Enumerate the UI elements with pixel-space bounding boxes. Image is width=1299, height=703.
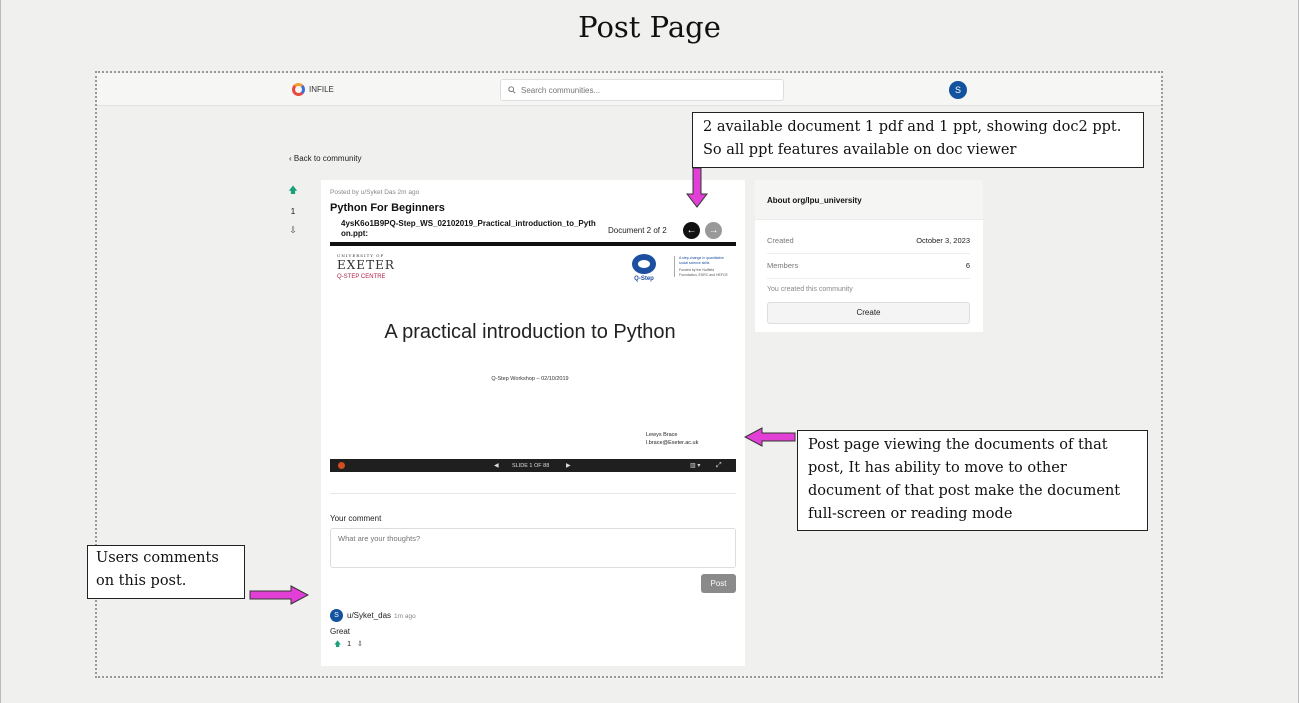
- logo[interactable]: INFILE: [292, 83, 334, 96]
- slide-indicator: SLIDE 1 OF 88: [512, 463, 550, 469]
- navbar: INFILE S: [97, 73, 1161, 106]
- qstep-logo: Q-Step: [629, 254, 659, 282]
- arrow-left-icon: ←: [686, 225, 697, 236]
- comment-votes: 🡅 1 ⇩: [334, 640, 363, 651]
- about-created-row: Created October 3, 2023: [767, 236, 970, 254]
- qstep-label: Q-Step: [634, 276, 654, 282]
- annotation-line: document of that post make the document: [808, 483, 1121, 499]
- exeter-logo: UNIVERSITY OF EXETER Q-STEP CENTRE: [337, 253, 395, 280]
- back-link-label: Back to community: [293, 154, 362, 163]
- next-slide-button[interactable]: ▶: [566, 462, 571, 469]
- search-icon: [508, 86, 516, 94]
- about-community-card: About org/lpu_university Created October…: [755, 180, 983, 332]
- document-filename: 4ysK6o1B9PQ-Step_WS_02102019_Practical_i…: [341, 219, 596, 238]
- post-comment-button[interactable]: Post: [701, 574, 736, 593]
- created-value: October 3, 2023: [916, 236, 970, 245]
- post-title: Python For Beginners: [330, 202, 445, 214]
- comment-label: Your comment: [330, 514, 382, 523]
- author-name: Lewys Brace: [646, 432, 678, 438]
- slide-author: Lewys Brace l.brace@Exeter.ac.uk: [646, 431, 698, 447]
- office-icon: [338, 462, 345, 469]
- annotation-viewer: Post page viewing the documents of that …: [797, 430, 1148, 531]
- comment-username[interactable]: u/Syket_das: [347, 611, 391, 620]
- annotation-line: Post page viewing the documents of that: [808, 437, 1108, 453]
- comment-vote-count: 1: [347, 641, 352, 648]
- posted-by: Posted by u/Syket Das 2m ago: [330, 189, 420, 196]
- document-counter: Document 2 of 2: [608, 226, 667, 235]
- document-viewer[interactable]: UNIVERSITY OF EXETER Q-STEP CENTRE Q-Ste…: [330, 242, 736, 472]
- reading-mode-icon[interactable]: ▥ ▾: [690, 462, 700, 469]
- next-document-button[interactable]: →: [705, 222, 722, 239]
- search-input[interactable]: [521, 85, 761, 95]
- about-members-row: Members 6: [767, 261, 970, 279]
- annotation-line: Users comments: [96, 550, 219, 566]
- uni-centre: Q-STEP CENTRE: [337, 274, 386, 280]
- annotation-documents: 2 available document 1 pdf and 1 ppt, sh…: [692, 112, 1144, 168]
- annotation-line: 2 available document 1 pdf and 1 ppt, sh…: [703, 119, 1122, 135]
- fullscreen-icon[interactable]: ⤢: [716, 462, 722, 470]
- viewer-toolbar: ◀ SLIDE 1 OF 88 ▶ ▥ ▾ ⤢: [330, 459, 736, 472]
- funded-text: Funded by the Nuffield Foundation, ESRC …: [679, 268, 728, 277]
- members-value: 6: [965, 261, 970, 270]
- arrow-left-pointer-icon: [744, 427, 796, 447]
- arrow-down-icon: [686, 168, 708, 208]
- annotation-comments: Users comments on this post.: [87, 545, 245, 599]
- slide-heading: A practical introduction to Python: [384, 321, 676, 343]
- slide-tagline: A step-change in quantitative social sci…: [674, 256, 729, 277]
- logo-text: INFILE: [309, 85, 334, 94]
- about-title: About org/lpu_university: [755, 180, 983, 220]
- annotation-line: on this post.: [96, 573, 187, 589]
- divider: [330, 493, 736, 494]
- comment-text: Great: [330, 627, 351, 636]
- user-avatar[interactable]: S: [949, 81, 967, 99]
- previous-document-button[interactable]: ←: [683, 222, 700, 239]
- tagline-text: A step-change in quantitative social sci…: [679, 256, 724, 265]
- annotation-line: So all ppt features available on doc vie…: [703, 142, 1017, 158]
- comment-time: 1m ago: [394, 613, 416, 620]
- slide-subheading: Q-Step Workshop – 02/10/2019: [491, 376, 569, 382]
- uni-name: EXETER: [337, 258, 395, 272]
- back-to-community-link[interactable]: ‹ Back to community: [289, 154, 361, 163]
- post-vote-count: 1: [290, 207, 296, 216]
- post-vote-column: 🡅 1 ⇩: [287, 183, 299, 236]
- annotation-line: full-screen or reading mode: [808, 506, 1013, 522]
- arrow-right-icon: →: [708, 225, 719, 236]
- author-email: l.brace@Exeter.ac.uk: [646, 440, 699, 446]
- downvote-icon[interactable]: ⇩: [287, 225, 299, 236]
- page-title: Post Page: [578, 10, 721, 44]
- search-bar[interactable]: [500, 79, 784, 101]
- qstep-icon: [632, 254, 656, 274]
- upvote-icon[interactable]: 🡅: [287, 183, 299, 199]
- members-label: Members: [767, 261, 799, 270]
- created-label: Created: [767, 236, 794, 245]
- prev-slide-button[interactable]: ◀: [494, 462, 499, 469]
- comment-input[interactable]: [330, 528, 736, 568]
- arrow-right-pointer-icon: [249, 585, 309, 605]
- comment-upvote-icon[interactable]: 🡅: [334, 641, 341, 648]
- logo-icon: [292, 83, 305, 96]
- annotation-line: post, It has ability to move to other: [808, 460, 1067, 476]
- create-button[interactable]: Create: [767, 302, 970, 324]
- comment-downvote-icon[interactable]: ⇩: [357, 641, 363, 648]
- post-card: Posted by u/Syket Das 2m ago Python For …: [321, 180, 745, 666]
- created-note: You created this community: [767, 286, 853, 293]
- comment-meta: u/Syket_das 1m ago: [347, 611, 416, 620]
- comment-avatar[interactable]: S: [330, 609, 343, 622]
